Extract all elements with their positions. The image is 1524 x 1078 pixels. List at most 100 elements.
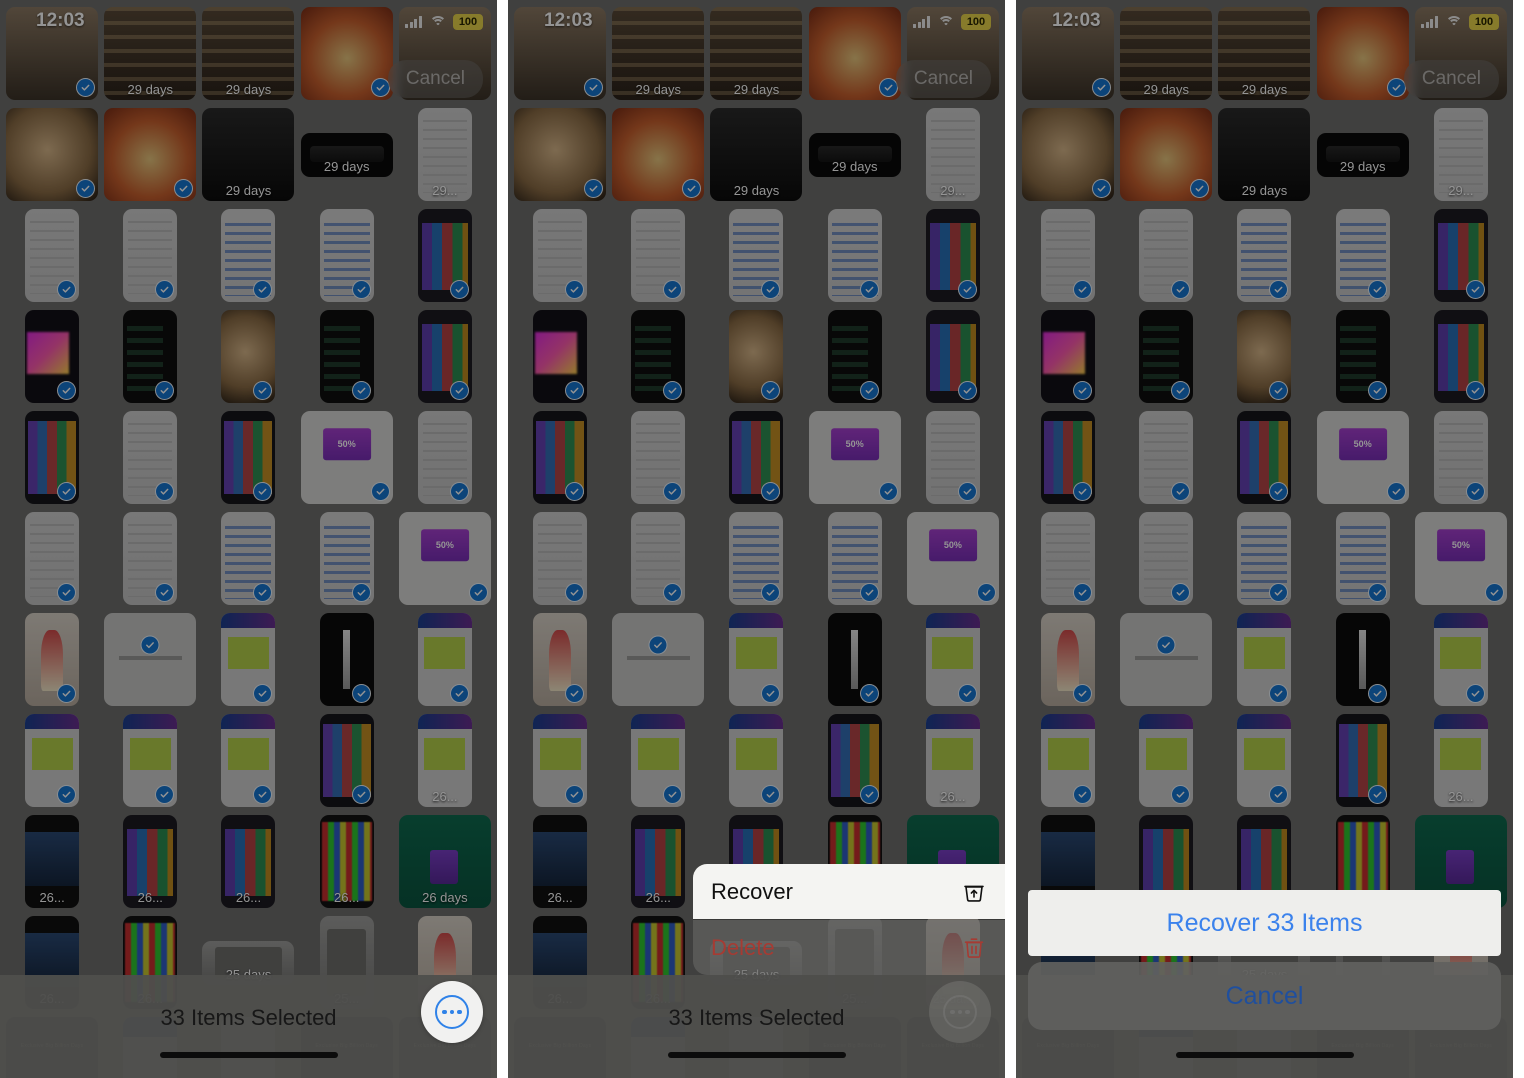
- photo-cell[interactable]: [1118, 408, 1214, 507]
- photo-grid-3[interactable]: 29 days29 days29 days29 days29...26...26…: [1016, 0, 1513, 1078]
- photo-cell[interactable]: [200, 206, 296, 305]
- more-options-button[interactable]: [929, 981, 991, 1043]
- photo-cell[interactable]: [610, 105, 706, 204]
- photo-cell[interactable]: [299, 610, 395, 709]
- photo-cell[interactable]: [200, 610, 296, 709]
- photo-cell[interactable]: [299, 408, 395, 507]
- photo-cell[interactable]: [299, 307, 395, 406]
- photo-cell[interactable]: [610, 711, 706, 810]
- photo-cell[interactable]: [102, 610, 198, 709]
- photo-cell[interactable]: [512, 711, 608, 810]
- photo-cell[interactable]: [905, 509, 1001, 608]
- photo-cell[interactable]: [1118, 610, 1214, 709]
- photo-cell[interactable]: 26...: [102, 812, 198, 911]
- photo-cell[interactable]: [200, 307, 296, 406]
- photo-cell[interactable]: [1216, 610, 1312, 709]
- photo-cell[interactable]: [512, 307, 608, 406]
- photo-cell[interactable]: [1315, 206, 1411, 305]
- photo-cell[interactable]: [708, 408, 804, 507]
- photo-cell[interactable]: [610, 610, 706, 709]
- photo-cell[interactable]: [397, 307, 493, 406]
- photo-cell[interactable]: [905, 610, 1001, 709]
- photo-cell[interactable]: [807, 711, 903, 810]
- photo-cell[interactable]: [512, 408, 608, 507]
- photo-cell[interactable]: 29...: [1413, 105, 1509, 204]
- photo-cell[interactable]: 26...: [512, 812, 608, 911]
- photo-cell[interactable]: 29 days: [807, 105, 903, 204]
- photo-cell[interactable]: [1020, 408, 1116, 507]
- photo-cell[interactable]: [4, 711, 100, 810]
- photo-cell[interactable]: [1315, 307, 1411, 406]
- photo-cell[interactable]: [1413, 610, 1509, 709]
- photo-cell[interactable]: [1118, 105, 1214, 204]
- photo-cell[interactable]: [299, 4, 395, 103]
- photo-cell[interactable]: 29 days: [708, 4, 804, 103]
- photo-cell[interactable]: 29 days: [708, 105, 804, 204]
- photo-cell[interactable]: [1216, 509, 1312, 608]
- photo-cell[interactable]: [708, 307, 804, 406]
- photo-cell[interactable]: [102, 711, 198, 810]
- photo-cell[interactable]: [512, 206, 608, 305]
- context-menu[interactable]: Recover Delete: [693, 864, 1005, 975]
- photo-cell[interactable]: [1020, 105, 1116, 204]
- cancel-button[interactable]: Cancel: [895, 60, 991, 98]
- photo-cell[interactable]: 26...: [397, 711, 493, 810]
- photo-cell[interactable]: [397, 610, 493, 709]
- photo-cell[interactable]: [102, 206, 198, 305]
- photo-cell[interactable]: [4, 4, 100, 103]
- photo-cell[interactable]: 29 days: [200, 105, 296, 204]
- photo-cell[interactable]: [1216, 408, 1312, 507]
- photo-cell[interactable]: [1216, 206, 1312, 305]
- photo-cell[interactable]: [200, 408, 296, 507]
- photo-cell[interactable]: [807, 206, 903, 305]
- photo-cell[interactable]: [1118, 206, 1214, 305]
- photo-cell[interactable]: [708, 711, 804, 810]
- photo-cell[interactable]: [1413, 509, 1509, 608]
- photo-cell[interactable]: 26 days: [397, 812, 493, 911]
- photo-cell[interactable]: [1020, 206, 1116, 305]
- photo-cell[interactable]: [807, 610, 903, 709]
- photo-cell[interactable]: [1315, 711, 1411, 810]
- photo-cell[interactable]: [610, 408, 706, 507]
- photo-cell[interactable]: [200, 711, 296, 810]
- photo-cell[interactable]: [102, 408, 198, 507]
- photo-cell[interactable]: [1020, 4, 1116, 103]
- recover-items-button[interactable]: Recover 33 Items: [1028, 890, 1501, 956]
- photo-cell[interactable]: [807, 509, 903, 608]
- photo-grid-2[interactable]: 29 days 29 days 29 days 29 days 29... 26... 26…: [508, 0, 1005, 1078]
- photo-cell[interactable]: [1413, 307, 1509, 406]
- photo-cell[interactable]: [4, 206, 100, 305]
- photo-cell[interactable]: [610, 307, 706, 406]
- photo-cell[interactable]: [1020, 610, 1116, 709]
- photo-cell[interactable]: [610, 206, 706, 305]
- photo-cell[interactable]: [905, 408, 1001, 507]
- photo-cell[interactable]: 29...: [905, 105, 1001, 204]
- photo-cell[interactable]: 29 days: [1118, 4, 1214, 103]
- cancel-button[interactable]: Cancel: [387, 60, 483, 98]
- photo-cell[interactable]: [397, 509, 493, 608]
- photo-cell[interactable]: [1216, 711, 1312, 810]
- photo-cell[interactable]: [807, 307, 903, 406]
- cancel-button[interactable]: Cancel: [1403, 60, 1499, 98]
- photo-cell[interactable]: 29 days: [299, 105, 395, 204]
- photo-cell[interactable]: 29 days: [1315, 105, 1411, 204]
- photo-cell[interactable]: [397, 408, 493, 507]
- menu-item-delete[interactable]: Delete: [693, 920, 1005, 975]
- photo-cell[interactable]: [1216, 307, 1312, 406]
- photo-cell[interactable]: [299, 509, 395, 608]
- photo-cell[interactable]: 29 days: [200, 4, 296, 103]
- photo-grid-1[interactable]: 29 days 29 days 29 days 29 days 29... 26... 26…: [0, 0, 497, 1078]
- photo-cell[interactable]: [4, 610, 100, 709]
- photo-cell[interactable]: [1315, 408, 1411, 507]
- photo-cell[interactable]: [512, 105, 608, 204]
- photo-cell[interactable]: [4, 408, 100, 507]
- more-options-button[interactable]: [421, 981, 483, 1043]
- photo-cell[interactable]: [1413, 206, 1509, 305]
- photo-cell[interactable]: [1020, 509, 1116, 608]
- photo-cell[interactable]: 26...: [1413, 711, 1509, 810]
- photo-cell[interactable]: 26...: [4, 812, 100, 911]
- photo-cell[interactable]: [708, 610, 804, 709]
- photo-cell[interactable]: [102, 307, 198, 406]
- photo-cell[interactable]: [708, 509, 804, 608]
- photo-cell[interactable]: [4, 509, 100, 608]
